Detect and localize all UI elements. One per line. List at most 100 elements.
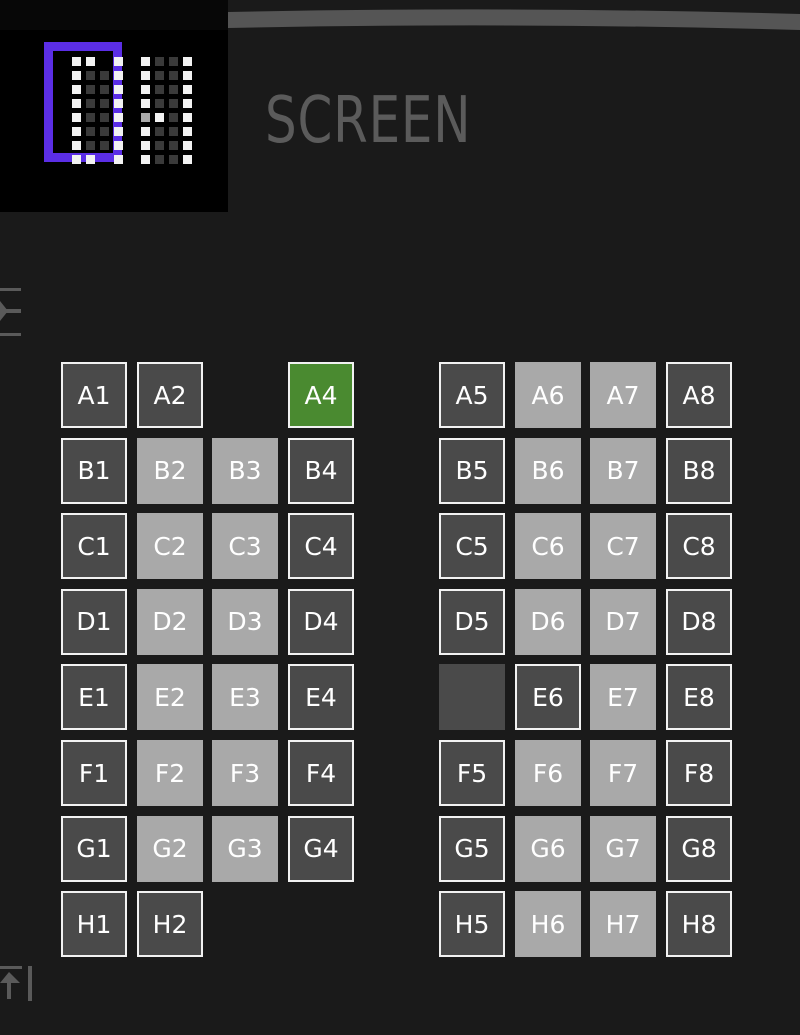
logo-seat-dot	[183, 71, 192, 80]
logo-seat-dot	[141, 57, 150, 66]
seat-h1[interactable]: H1	[61, 891, 127, 958]
seat-f4[interactable]: F4	[288, 740, 354, 806]
logo-seat-dot	[183, 57, 192, 66]
seat-a8[interactable]: A8	[666, 362, 732, 428]
logo-seat-dot	[141, 127, 150, 136]
logo-seat-dot	[169, 71, 178, 80]
seat-b6: B6	[515, 437, 581, 504]
logo-seat-dot	[86, 57, 95, 66]
arrow-left-to-bar-icon[interactable]	[0, 285, 24, 337]
logo-seat-dot	[141, 141, 150, 150]
seat-h6: H6	[515, 891, 581, 958]
logo-seat-dot	[72, 141, 81, 150]
seat-b5[interactable]: B5	[439, 437, 505, 504]
seat-b4[interactable]: B4	[288, 437, 354, 504]
seat-e1[interactable]: E1	[61, 664, 127, 731]
logo-seat-dot	[169, 57, 178, 66]
logo-seat-dot	[100, 141, 109, 150]
seat-f3: F3	[212, 740, 278, 806]
logo-seat-dot	[114, 99, 123, 108]
screen-curve	[228, 9, 800, 30]
seat-e7: E7	[590, 664, 656, 731]
seat-g4[interactable]: G4	[288, 815, 354, 882]
logo-seat-dot	[155, 155, 164, 164]
logo-seat-dot	[100, 113, 109, 122]
logo-seat-dot	[86, 113, 95, 122]
seat-a1[interactable]: A1	[61, 362, 127, 428]
seat-e8[interactable]: E8	[666, 664, 732, 731]
seat-e4[interactable]: E4	[288, 664, 354, 731]
seat-c4[interactable]: C4	[288, 513, 354, 580]
seat-b8[interactable]: B8	[666, 437, 732, 504]
logo-seat-dot	[155, 99, 164, 108]
seat-e2: E2	[137, 664, 203, 731]
logo-seat-dot	[114, 155, 123, 164]
logo-seat-dot	[114, 85, 123, 94]
seat-c7: C7	[590, 513, 656, 580]
logo-seat-dot	[183, 127, 192, 136]
seat-d4[interactable]: D4	[288, 588, 354, 655]
logo-seat-dot	[72, 113, 81, 122]
seat-f5[interactable]: F5	[439, 740, 505, 806]
seat-c5[interactable]: C5	[439, 513, 505, 580]
seat-f2: F2	[137, 740, 203, 806]
logo-seat-dot	[72, 71, 81, 80]
seat-b3: B3	[212, 437, 278, 504]
seat-d6: D6	[515, 588, 581, 655]
seat-f6: F6	[515, 740, 581, 806]
seat-a2[interactable]: A2	[137, 362, 203, 428]
seat-c1[interactable]: C1	[61, 513, 127, 580]
seat-d2: D2	[137, 588, 203, 655]
seat-d1[interactable]: D1	[61, 588, 127, 655]
seat-d5[interactable]: D5	[439, 588, 505, 655]
logo-seat-dot	[114, 71, 123, 80]
logo-seat-dot	[114, 57, 123, 66]
seat-e6[interactable]: E6	[515, 664, 581, 731]
logo-seat-dot	[141, 85, 150, 94]
seat-b2: B2	[137, 437, 203, 504]
seat-g2: G2	[137, 815, 203, 882]
seat-a5[interactable]: A5	[439, 362, 505, 428]
seat-a4[interactable]: A4	[288, 362, 354, 428]
seat-d3: D3	[212, 588, 278, 655]
logo-seat-dot	[72, 57, 81, 66]
seat-b1[interactable]: B1	[61, 437, 127, 504]
logo-seat-dot	[114, 141, 123, 150]
screen-label: SCREEN	[265, 84, 472, 158]
logo-seat-dot	[86, 71, 95, 80]
seat-f1[interactable]: F1	[61, 740, 127, 806]
logo-seat-dot	[100, 71, 109, 80]
seat-h2[interactable]: H2	[137, 891, 203, 958]
seat-d7: D7	[590, 588, 656, 655]
logo-seat-dot	[155, 71, 164, 80]
seat-b7: B7	[590, 437, 656, 504]
logo-seat-dot	[86, 127, 95, 136]
logo-seat-dot	[100, 99, 109, 108]
logo-seat-dot	[114, 113, 123, 122]
seat-h8[interactable]: H8	[666, 891, 732, 958]
logo-bracket	[44, 153, 122, 162]
logo-seat-dot	[169, 85, 178, 94]
logo-seat-dot	[72, 127, 81, 136]
seat-h5[interactable]: H5	[439, 891, 505, 958]
logo-seat-dot	[141, 71, 150, 80]
seat-g6: G6	[515, 815, 581, 882]
logo-seat-dot	[86, 141, 95, 150]
logo-seat-dot	[169, 99, 178, 108]
arrow-up-to-bar-icon[interactable]	[0, 965, 36, 1005]
seat-e3: E3	[212, 664, 278, 731]
seat-a6: A6	[515, 362, 581, 428]
seat-d8[interactable]: D8	[666, 588, 732, 655]
logo-seat-dot	[183, 113, 192, 122]
seat-c2: C2	[137, 513, 203, 580]
logo-seat-dot	[72, 155, 81, 164]
seat-g5[interactable]: G5	[439, 815, 505, 882]
logo-seat-dot	[169, 141, 178, 150]
logo-seat-dot	[72, 85, 81, 94]
logo-seat-dot	[169, 155, 178, 164]
seat-f8[interactable]: F8	[666, 740, 732, 806]
seat-g8[interactable]: G8	[666, 815, 732, 882]
logo-seat-dot	[86, 99, 95, 108]
seat-g1[interactable]: G1	[61, 815, 127, 882]
seat-c8[interactable]: C8	[666, 513, 732, 580]
